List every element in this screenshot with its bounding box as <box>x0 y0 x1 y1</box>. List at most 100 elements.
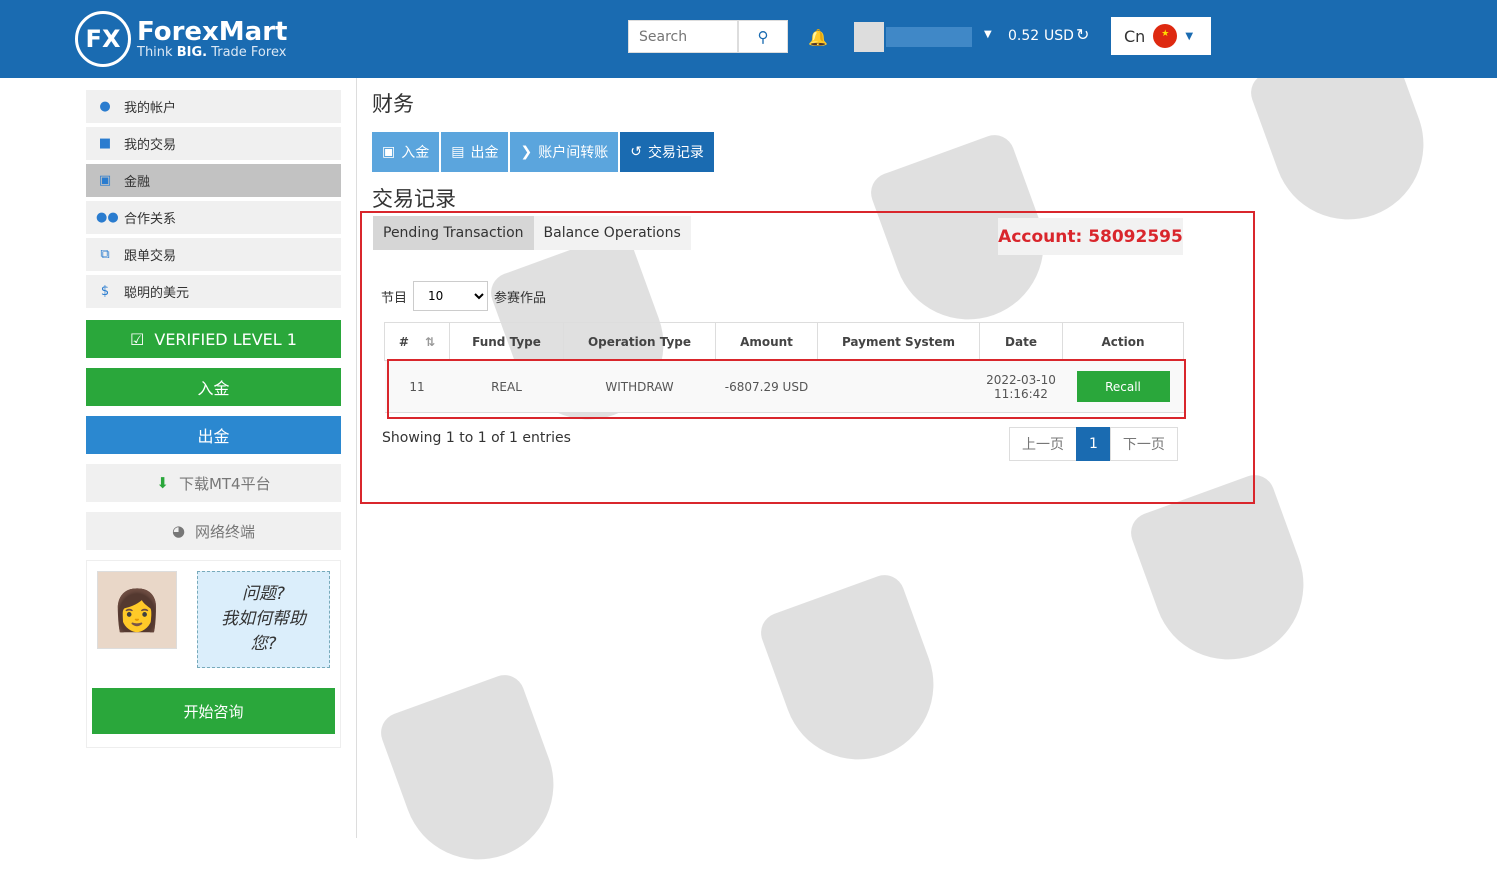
label: VERIFIED LEVEL 1 <box>154 329 297 349</box>
tagline-rest: Trade Forex <box>207 44 287 60</box>
card-icon: ▤ <box>451 144 465 160</box>
chevron-down-icon: ▼ <box>1185 30 1194 42</box>
logo-mark: FX <box>75 11 131 67</box>
help-panel: 👩 问题? 我如何帮助 您? 开始咨询 <box>86 560 341 748</box>
money-icon: ▣ <box>98 173 112 188</box>
sidebar: ● 我的帐户 ■ 我的交易 ▣ 金融 ●● 合作关系 ⧉ 跟单交易 $ 聪明的美元 ☑ VER… <box>86 90 341 748</box>
currency: USD <box>1044 28 1074 44</box>
next-page-button[interactable]: 下一页 <box>1109 427 1178 461</box>
history-icon: ↺ <box>630 144 642 160</box>
sidebar-item-partnership[interactable]: ●● 合作关系 <box>86 201 341 234</box>
label: 跟单交易 <box>124 249 177 264</box>
web-terminal-button[interactable]: ◕ 网络终端 <box>86 512 341 550</box>
deposit-button[interactable]: 入金 <box>86 368 341 406</box>
length-label: 节目 <box>381 290 408 306</box>
search-button[interactable]: ⚲ <box>738 20 788 53</box>
column-header[interactable]: Date <box>979 322 1063 361</box>
sidebar-item-finance[interactable]: ▣ 金融 <box>86 164 341 197</box>
chevron-down-icon[interactable]: ▼ <box>984 29 992 40</box>
logo[interactable]: FX ForexMart Think BIG. Trade Forex <box>75 11 287 67</box>
label: 下载MT4平台 <box>178 474 271 493</box>
tab-history[interactable]: ↺ 交易记录 <box>620 132 714 172</box>
divider <box>356 78 357 838</box>
label: 我的交易 <box>124 138 177 153</box>
language-selector[interactable]: Cn ★ ▼ <box>1111 17 1211 55</box>
china-flag-icon: ★ <box>1153 24 1178 48</box>
watermark-shield <box>755 569 955 781</box>
tab-transfer[interactable]: ❯ 账户间转账 <box>510 132 619 172</box>
dollar-icon: $ <box>100 284 110 299</box>
label: 聪明的美元 <box>124 286 190 301</box>
tagline-bold: BIG. <box>176 44 208 60</box>
sidebar-item-account[interactable]: ● 我的帐户 <box>86 90 341 123</box>
sub-tabs: Pending Transaction Balance Operations <box>373 216 691 250</box>
help-line: 问题? <box>241 584 286 604</box>
sidebar-item-copy-trading[interactable]: ⧉ 跟单交易 <box>86 238 341 271</box>
help-line: 我如何帮助 <box>221 609 306 629</box>
bell-icon[interactable]: 🔔 <box>808 28 828 47</box>
avatar[interactable] <box>854 22 884 52</box>
username-blurred <box>886 27 972 47</box>
label: 出金 <box>470 145 499 161</box>
label: 我的帐户 <box>124 101 177 116</box>
search-box: ⚲ <box>628 20 788 53</box>
label: 金融 <box>124 175 151 190</box>
column-header[interactable]: Action <box>1062 322 1184 361</box>
watermark-shield <box>375 669 575 881</box>
section-title: 交易记录 <box>372 187 456 211</box>
label: 合作关系 <box>124 212 177 227</box>
user-icon: ● <box>99 99 111 114</box>
label: 交易记录 <box>647 145 704 161</box>
page-title: 财务 <box>372 92 414 116</box>
check-icon: ☑ <box>130 329 145 349</box>
withdraw-button[interactable]: 出金 <box>86 416 341 454</box>
column-header[interactable]: Amount <box>715 322 818 361</box>
column-header[interactable]: Fund Type <box>449 322 564 361</box>
language-label: Cn <box>1124 26 1146 46</box>
download-icon: ⬇ <box>156 474 169 492</box>
label: 账户间转账 <box>538 145 609 161</box>
tab-deposit[interactable]: ▣ 入金 <box>372 132 440 172</box>
top-header: FX ForexMartThink BIG. Trade Forex ⚲ 🔔 ▼… <box>0 0 1497 78</box>
column-header[interactable]: # ⇅ <box>384 322 450 361</box>
users-icon: ●● <box>96 210 119 225</box>
tagline: Think <box>137 44 177 60</box>
help-line: 您? <box>250 634 277 654</box>
sidebar-item-trading[interactable]: ■ 我的交易 <box>86 127 341 160</box>
help-bubble: 问题? 我如何帮助 您? <box>197 571 330 668</box>
length-suffix: 参赛作品 <box>494 290 547 306</box>
tab-balance-operations[interactable]: Balance Operations <box>533 216 691 250</box>
chart-icon: ◕ <box>171 522 186 540</box>
search-icon: ⚲ <box>757 28 769 46</box>
copy-icon: ⧉ <box>100 247 110 262</box>
page-1-button[interactable]: 1 <box>1076 427 1111 461</box>
row-highlight <box>387 359 1186 419</box>
download-mt4-button[interactable]: ⬇ 下载MT4平台 <box>86 464 341 502</box>
briefcase-icon: ■ <box>98 136 112 151</box>
sort-icon: ⇅ <box>425 334 436 349</box>
table-info: Showing 1 to 1 of 1 entries <box>382 430 571 446</box>
page-length: 节目 10 参赛作品 <box>381 281 546 311</box>
support-avatar: 👩 <box>97 571 177 649</box>
label: 网络终端 <box>195 522 256 541</box>
search-input[interactable] <box>628 20 738 53</box>
sidebar-item-smart-dollar[interactable]: $ 聪明的美元 <box>86 275 341 308</box>
finance-tabs: ▣ 入金 ▤ 出金 ❯ 账户间转账 ↺ 交易记录 <box>372 132 714 172</box>
account-number: Account: 58092595 <box>998 218 1183 255</box>
balance: 0.52 <box>1008 28 1040 44</box>
refresh-icon[interactable]: ↻ <box>1076 25 1089 44</box>
label: 入金 <box>401 145 430 161</box>
logo-name: ForexMart <box>137 16 288 47</box>
money-icon: ▣ <box>382 144 396 160</box>
start-consult-button[interactable]: 开始咨询 <box>92 688 335 734</box>
verified-level-button[interactable]: ☑ VERIFIED LEVEL 1 <box>86 320 341 358</box>
tab-pending-transaction[interactable]: Pending Transaction <box>373 216 534 250</box>
pagination: 上一页 1 下一页 <box>1009 427 1178 461</box>
label: # <box>398 334 409 349</box>
column-header[interactable]: Operation Type <box>563 322 716 361</box>
tab-withdraw[interactable]: ▤ 出金 <box>441 132 509 172</box>
page-length-select[interactable]: 10 <box>413 281 489 311</box>
column-header[interactable]: Payment System <box>817 322 980 361</box>
chevron-right-icon: ❯ <box>520 144 533 160</box>
prev-page-button[interactable]: 上一页 <box>1009 427 1077 461</box>
